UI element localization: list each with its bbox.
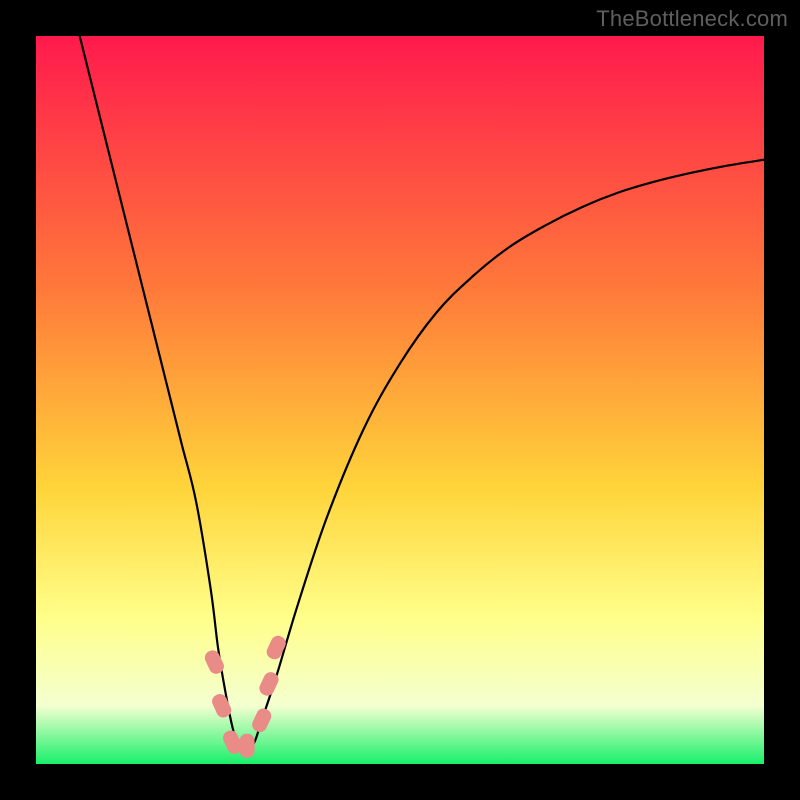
- gradient-background: [36, 36, 764, 764]
- bottleneck-chart: [36, 36, 764, 764]
- watermark-text: TheBottleneck.com: [596, 6, 788, 32]
- plot-area: [36, 36, 764, 764]
- chart-frame: TheBottleneck.com: [0, 0, 800, 800]
- curve-marker: [240, 734, 255, 758]
